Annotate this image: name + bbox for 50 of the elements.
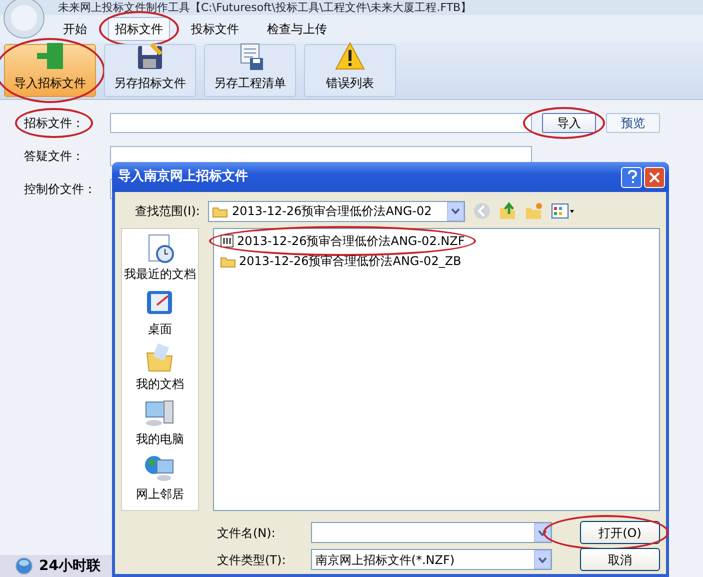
file-item[interactable]: 2013-12-26预审合理低价法ANG-02_ZB [218, 252, 464, 270]
question-mark-icon [626, 170, 636, 184]
toolbar-button[interactable]: 另存招标文件 [104, 44, 196, 97]
field-label: 文件名(N): [217, 524, 276, 542]
folder-icon [220, 254, 236, 268]
up-folder-icon [498, 202, 517, 220]
look-in-dropdown[interactable]: 2013-12-26预审合理低价法ANG-02 [208, 200, 465, 222]
preview-button[interactable]: 预览 [606, 112, 660, 132]
look-in-label: 查找范围(I): [135, 203, 200, 220]
chevron-down-icon [538, 556, 547, 562]
field-label: 答疑文件： [24, 148, 84, 164]
new-folder-icon [524, 202, 543, 220]
places-item[interactable]: 网上邻居 [136, 453, 184, 503]
toolbar-button[interactable]: 错误列表 [304, 44, 396, 97]
folder-icon [212, 204, 228, 218]
help-button[interactable] [621, 166, 642, 188]
import-arrow-icon [35, 41, 65, 71]
hotline-text: 24小时联 [39, 556, 100, 576]
warning-icon [335, 41, 365, 71]
places-item[interactable]: 我的文档 [136, 343, 184, 393]
file-path-field[interactable] [110, 112, 532, 132]
places-item[interactable]: 桌面 [144, 288, 176, 338]
tab[interactable]: 招标文件 [108, 16, 170, 40]
file-icon [220, 234, 234, 248]
field-label: 招标文件： [24, 114, 84, 132]
import-button[interactable]: 导入 [542, 112, 596, 132]
close-icon [649, 172, 660, 182]
view-menu-icon [550, 202, 575, 220]
toolbar-button[interactable]: 另存工程清单 [204, 44, 296, 97]
chevron-down-icon [538, 530, 547, 536]
cancel-button[interactable]: 取消 [580, 548, 660, 571]
back-icon [472, 202, 491, 220]
combo-value: 南京网上招标文件(*.NZF) [315, 552, 455, 568]
dialog-title: 导入南京网上招标文件 [118, 168, 248, 186]
look-in-value: 2013-12-26预审合理低价法ANG-02 [232, 203, 432, 220]
places-item[interactable]: 我的电脑 [136, 398, 184, 448]
open-button[interactable]: 打开(O) [580, 521, 660, 544]
tab[interactable]: 开始 [56, 16, 94, 40]
file-type-dropdown[interactable]: 南京网上招标文件(*.NZF) [311, 549, 552, 570]
close-button[interactable] [644, 166, 665, 188]
field-label: 控制价文件： [24, 180, 96, 198]
file-item[interactable]: 2013-12-26预审合理低价法ANG-02.NZF [218, 232, 467, 250]
file-name-field[interactable] [311, 522, 552, 543]
places-item[interactable]: 我最近的文档 [124, 233, 196, 283]
globe-bullet-icon [15, 557, 33, 575]
tab[interactable]: 投标文件 [184, 16, 246, 40]
toolbar-button[interactable]: 导入招标文件 [4, 44, 96, 97]
field-label: 文件类型(T): [217, 552, 287, 568]
tab[interactable]: 检查与上传 [260, 16, 334, 40]
chevron-down-icon [450, 208, 460, 214]
